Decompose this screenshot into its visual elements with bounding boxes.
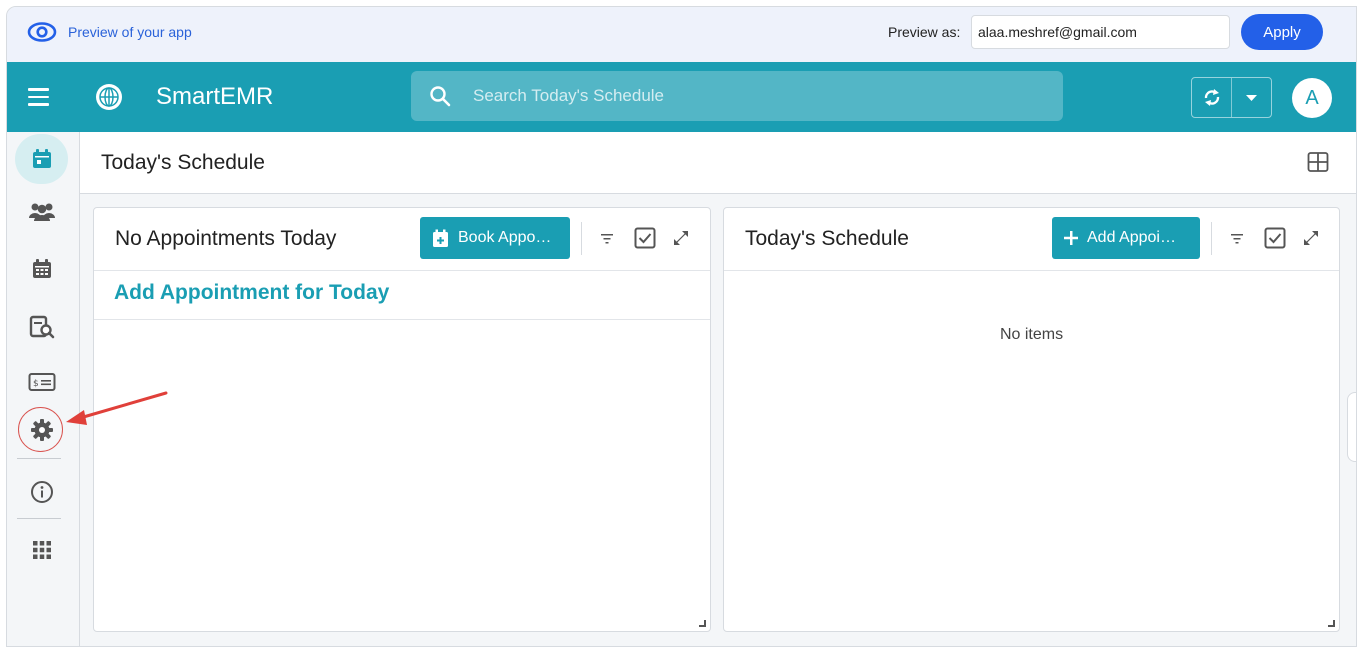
sync-button[interactable] [1192, 78, 1232, 117]
sidebar-item-calendar[interactable] [15, 244, 68, 294]
users-icon [28, 203, 55, 221]
sidebar-item-billing[interactable]: $ [15, 357, 68, 407]
settings-highlight-circle [18, 407, 63, 452]
toolbar-divider [1211, 222, 1212, 255]
sidebar-divider [17, 518, 61, 519]
eye-icon [27, 22, 57, 42]
page-header: Today's Schedule [80, 132, 1356, 194]
book-appointment-label: Book Appo… [458, 229, 552, 246]
toolbar-divider [581, 222, 582, 255]
checkbox-icon[interactable] [1264, 227, 1286, 249]
calendar-grid-icon [32, 259, 51, 278]
app-frame: Preview of your app Preview as: Apply Sm… [6, 6, 1357, 647]
side-drawer-handle[interactable] [1347, 392, 1356, 462]
caret-down-icon [1246, 95, 1257, 101]
panel-title: No Appointments Today [115, 227, 337, 250]
sidebar-item-records[interactable] [15, 302, 68, 352]
checkbox-icon[interactable] [634, 227, 656, 249]
user-avatar[interactable]: A [1292, 78, 1332, 118]
info-icon [30, 481, 53, 503]
plus-icon [1064, 231, 1078, 245]
sync-button-group [1191, 77, 1272, 118]
layout-grid-icon[interactable] [1307, 151, 1329, 173]
hamburger-menu-icon[interactable] [28, 88, 49, 106]
svg-text:$: $ [33, 379, 39, 389]
panel-header: Today's Schedule Add Appoi… [724, 208, 1339, 271]
filter-icon[interactable] [1230, 233, 1244, 245]
search-bar[interactable] [411, 71, 1063, 121]
sync-dropdown-button[interactable] [1232, 78, 1271, 117]
add-appointment-row: Add Appointment for Today [94, 271, 710, 320]
filter-icon[interactable] [600, 233, 614, 245]
page-title: Today's Schedule [101, 151, 265, 174]
todays-schedule-panel: Today's Schedule Add Appoi… No items [723, 207, 1340, 632]
search-icon [430, 86, 451, 107]
record-search-icon [29, 315, 54, 339]
empty-state-text: No items [999, 326, 1064, 343]
apps-grid-icon [32, 541, 51, 559]
sidebar-item-info[interactable] [15, 467, 68, 517]
no-appointments-panel: No Appointments Today Book Appo… Add App… [93, 207, 711, 632]
sidebar-divider [17, 458, 61, 459]
book-appointment-button[interactable]: Book Appo… [420, 217, 570, 259]
panel-header: No Appointments Today Book Appo… [94, 208, 710, 271]
preview-bar: Preview of your app Preview as: Apply [7, 7, 1356, 62]
calendar-plus-icon [433, 229, 448, 247]
add-appointment-for-today-link[interactable]: Add Appointment for Today [114, 281, 389, 305]
preview-as-label: Preview as: [888, 24, 961, 40]
globe-logo-icon [96, 84, 122, 110]
app-header: SmartEMR A [7, 62, 1356, 132]
billing-icon: $ [28, 373, 55, 391]
preview-as-input[interactable] [971, 15, 1230, 49]
resize-handle[interactable] [1328, 620, 1335, 627]
app-title: SmartEMR [156, 83, 274, 110]
calendar-today-icon [32, 149, 51, 168]
sidebar-item-apps[interactable] [15, 525, 68, 575]
search-input[interactable] [473, 83, 1033, 109]
expand-icon[interactable] [672, 229, 690, 247]
apply-button[interactable]: Apply [1241, 14, 1323, 50]
sync-icon [1204, 89, 1220, 106]
sidebar-item-patients[interactable] [15, 187, 68, 237]
expand-icon[interactable] [1302, 229, 1320, 247]
panel-title: Today's Schedule [745, 227, 909, 250]
add-appointment-button[interactable]: Add Appoi… [1052, 217, 1200, 259]
add-appointment-label: Add Appoi… [1087, 229, 1176, 246]
preview-label: Preview of your app [68, 24, 192, 40]
sidebar-nav: $ [7, 132, 80, 646]
sidebar-item-today[interactable] [15, 134, 68, 184]
resize-handle[interactable] [699, 620, 706, 627]
